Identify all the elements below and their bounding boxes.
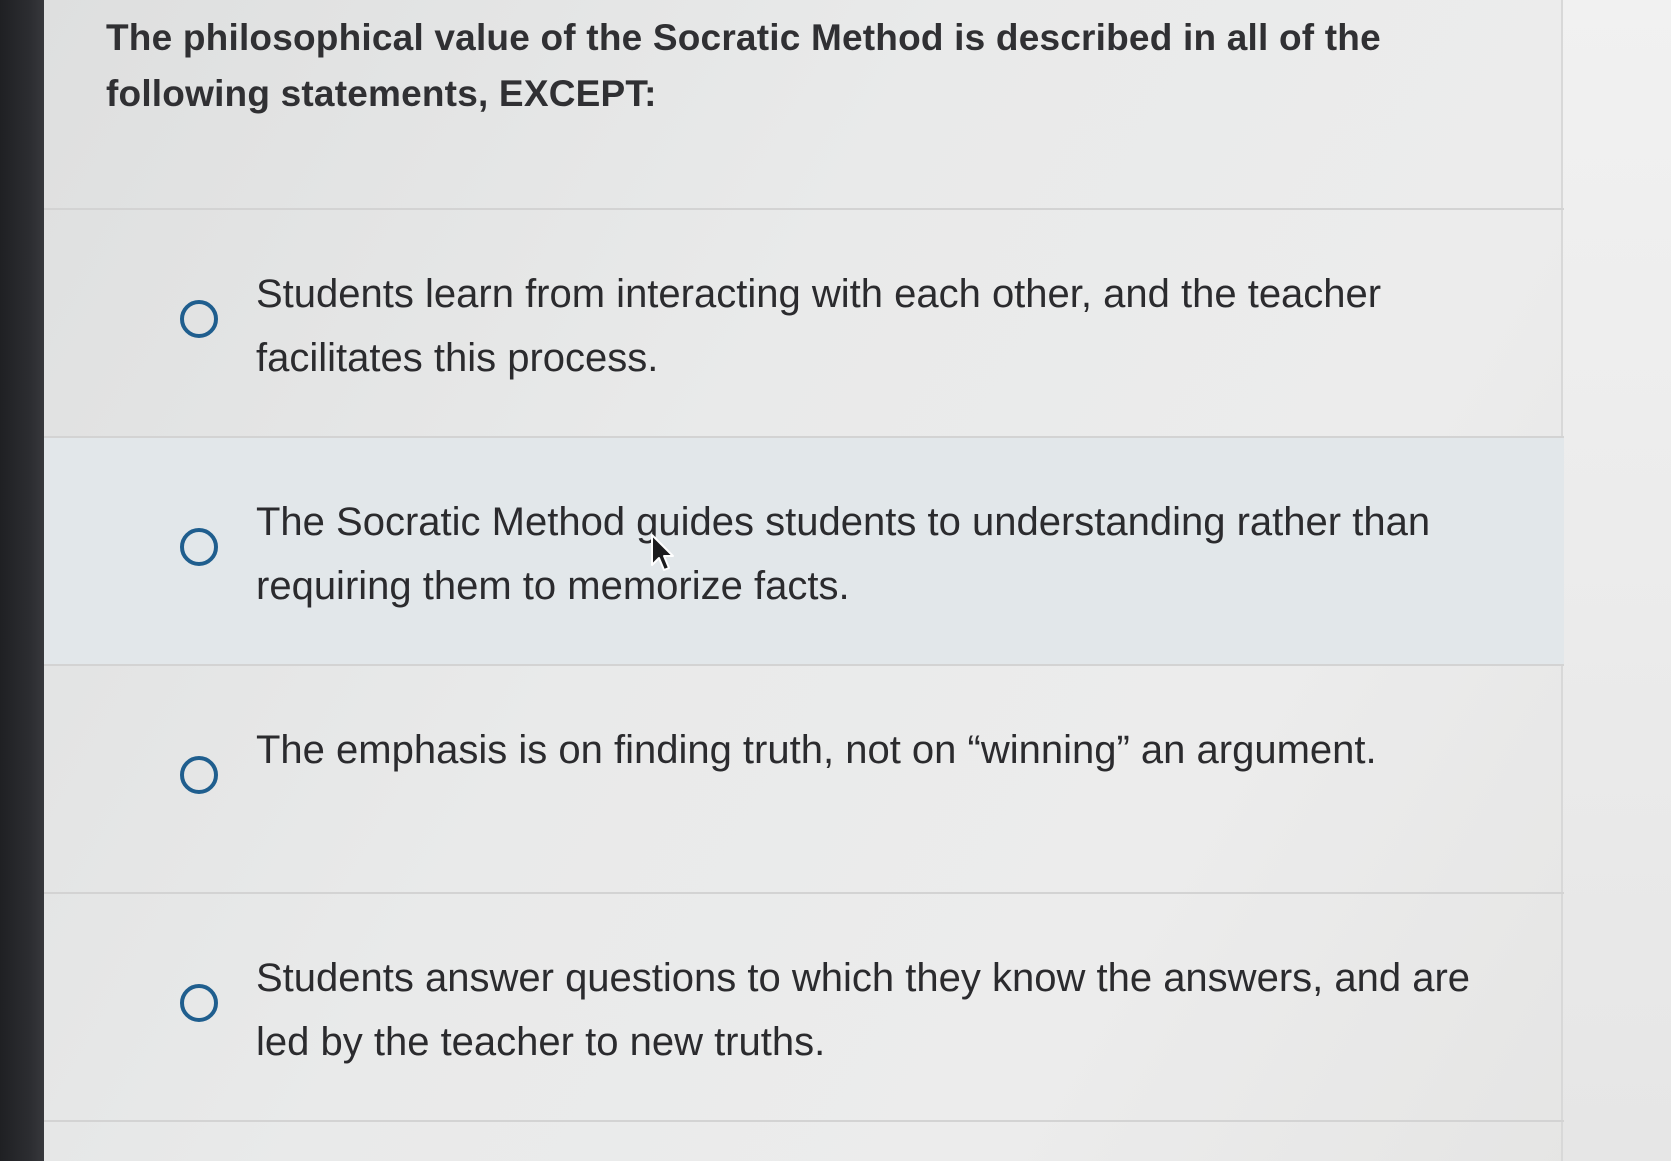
mouse-pointer-icon — [651, 534, 674, 571]
quiz-screen: The philosophical value of the Socratic … — [44, 0, 1671, 1161]
radio-unselected-icon[interactable] — [180, 528, 218, 566]
answer-option-3[interactable]: The emphasis is on finding truth, not on… — [44, 664, 1564, 892]
answer-options-list: Students learn from interacting with eac… — [44, 208, 1564, 1122]
answer-option-label: Students answer questions to which they … — [256, 956, 1471, 1064]
radio-unselected-icon[interactable] — [180, 756, 218, 794]
radio-unselected-icon[interactable] — [180, 300, 218, 338]
answer-option-1[interactable]: Students learn from interacting with eac… — [44, 208, 1564, 436]
right-margin-panel — [1561, 0, 1671, 1161]
answer-option-4[interactable]: Students answer questions to which they … — [44, 892, 1564, 1122]
answer-option-2[interactable]: The Socratic Method guides students to u… — [44, 436, 1564, 664]
answer-option-label: The emphasis is on finding truth, not on… — [256, 728, 1377, 772]
answer-option-label: The Socratic Method guides students to u… — [256, 500, 1431, 608]
radio-unselected-icon[interactable] — [180, 984, 218, 1022]
question-prompt: The philosophical value of the Socratic … — [106, 17, 1381, 114]
answer-option-label: Students learn from interacting with eac… — [256, 272, 1382, 380]
